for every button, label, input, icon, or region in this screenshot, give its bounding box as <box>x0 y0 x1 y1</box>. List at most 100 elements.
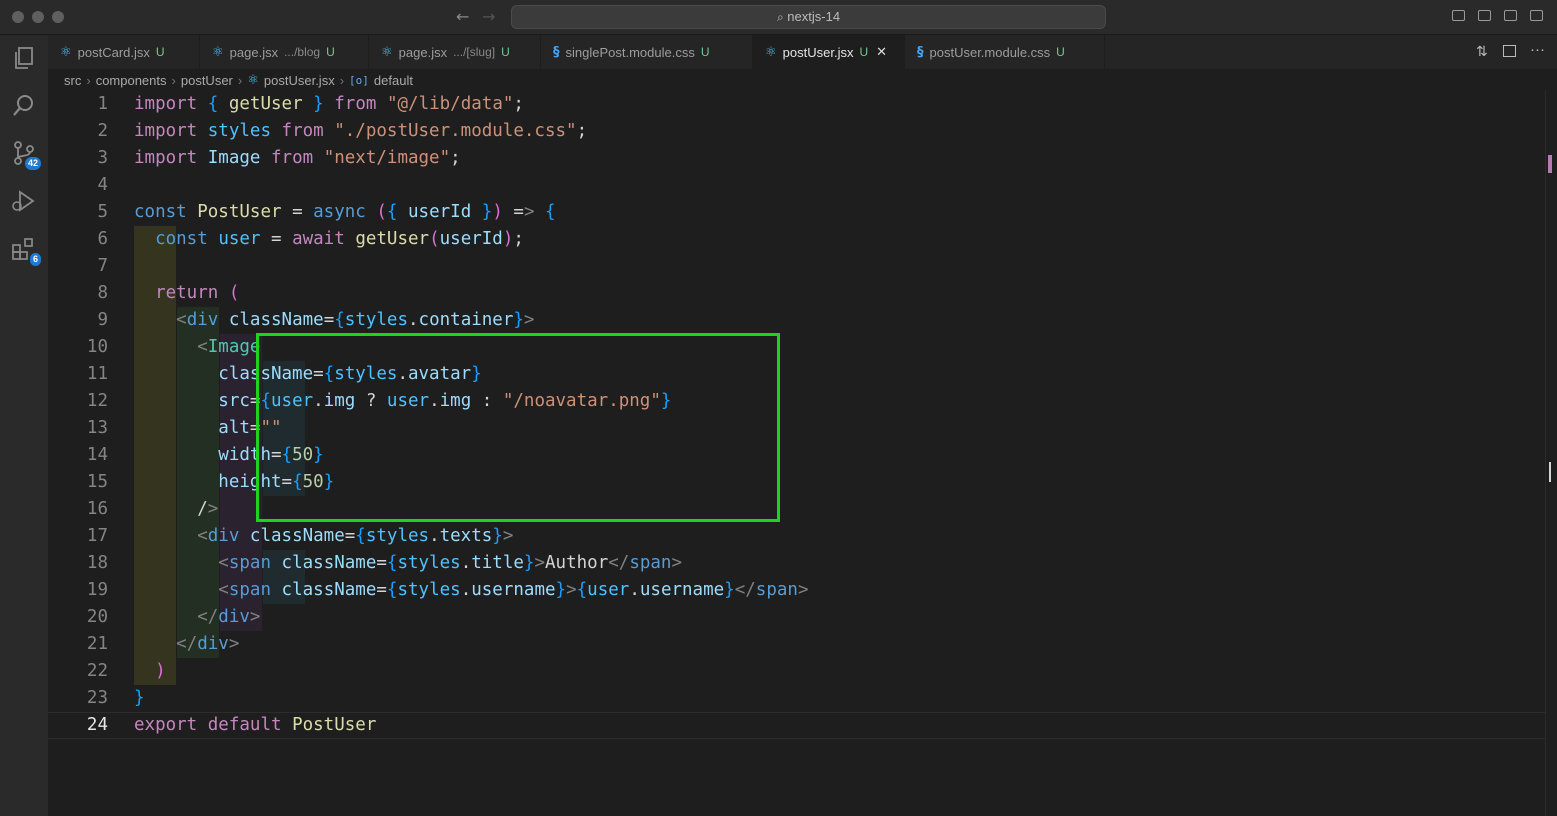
code-line[interactable]: </div> <box>134 631 239 658</box>
line-number: 22 <box>86 661 108 681</box>
line-number: 4 <box>97 175 108 195</box>
tab-page-jsx-blog[interactable]: ⚛ page.jsx .../blog U <box>200 35 369 69</box>
chevron-right-icon: › <box>237 72 243 88</box>
line-number: 13 <box>86 418 108 438</box>
code-line[interactable]: ) <box>134 658 166 685</box>
breadcrumb-item[interactable]: postUser.jsx <box>264 73 335 88</box>
symbol-variable-icon: [o] <box>349 73 369 87</box>
line-number: 11 <box>86 364 108 384</box>
scrollbar-marker <box>1548 155 1552 173</box>
code-line[interactable]: const user = await getUser(userId); <box>134 226 524 253</box>
close-window-button[interactable] <box>12 11 24 23</box>
toggle-secondary-sidebar-icon[interactable] <box>1504 10 1517 21</box>
tab-status: U <box>326 45 335 59</box>
tab-label: postUser.module.css <box>929 44 1051 60</box>
tab-status: U <box>859 45 869 59</box>
split-editor-icon[interactable] <box>1503 45 1516 57</box>
code-line[interactable]: /> <box>134 496 218 523</box>
scrollbar-cursor-marker <box>1549 462 1551 482</box>
source-control-icon[interactable]: 42 <box>11 140 41 170</box>
tab-label: page.jsx <box>398 44 448 60</box>
back-arrow-icon[interactable]: ← <box>456 7 469 26</box>
explorer-icon[interactable] <box>11 45 37 71</box>
annotation-highlight-box <box>256 333 780 522</box>
breadcrumb-item[interactable]: components <box>96 73 167 88</box>
editor-scrollbar[interactable] <box>1545 90 1557 816</box>
code-line[interactable]: <span className={styles.title}>Author</s… <box>134 550 682 577</box>
line-number: 10 <box>86 337 108 357</box>
editor-tab-bar: ⚛ postCard.jsx U ⚛ page.jsx .../blog U ⚛… <box>48 35 1557 69</box>
react-icon: ⚛ <box>60 44 72 59</box>
tab-postcard-jsx[interactable]: ⚛ postCard.jsx U <box>48 35 200 69</box>
tab-status: U <box>155 45 165 59</box>
source-control-badge: 42 <box>24 157 41 170</box>
forward-arrow-icon[interactable]: → <box>482 7 495 26</box>
customize-layout-icon[interactable] <box>1530 10 1543 21</box>
breadcrumb-item[interactable]: src <box>64 73 81 88</box>
code-line[interactable]: export default PostUser <box>134 712 376 739</box>
code-line[interactable]: <span className={styles.username}>{user.… <box>134 577 808 604</box>
minimize-window-button[interactable] <box>32 11 44 23</box>
line-number: 9 <box>97 310 108 330</box>
line-number: 6 <box>97 229 108 249</box>
code-line[interactable]: import Image from "next/image"; <box>134 145 461 172</box>
extensions-badge: 6 <box>29 253 41 266</box>
line-number: 24 <box>86 715 108 735</box>
code-line[interactable]: <div className={styles.container}> <box>134 307 534 334</box>
code-line[interactable]: return ( <box>134 280 239 307</box>
tab-label: postCard.jsx <box>77 44 150 60</box>
code-line[interactable]: <Image <box>134 334 260 361</box>
tab-path: .../[slug] <box>453 45 496 59</box>
code-line[interactable]: const PostUser = async ({ userId }) => { <box>134 199 556 226</box>
react-icon: ⚛ <box>247 72 259 87</box>
more-actions-icon[interactable]: ··· <box>1530 41 1545 58</box>
tab-postuser-jsx[interactable]: ⚛ postUser.jsx U ✕ <box>753 35 905 69</box>
line-number: 16 <box>86 499 108 519</box>
search-icon[interactable] <box>11 92 37 118</box>
line-number: 1 <box>97 94 108 114</box>
line-number: 7 <box>97 256 108 276</box>
tab-status: U <box>501 45 510 59</box>
line-number: 3 <box>97 148 108 168</box>
close-tab-icon[interactable]: ✕ <box>876 45 887 60</box>
code-line[interactable]: import { getUser } from "@/lib/data"; <box>134 91 524 118</box>
tab-label: singlePost.module.css <box>565 44 695 60</box>
tab-singlepost-module-css[interactable]: § singlePost.module.css U <box>541 35 753 69</box>
title-bar: ← → ⌕ nextjs-14 <box>0 0 1557 35</box>
line-number: 14 <box>86 445 108 465</box>
line-number: 20 <box>86 607 108 627</box>
extensions-icon[interactable]: 6 <box>11 236 41 266</box>
chevron-right-icon: › <box>171 72 176 88</box>
open-changes-icon[interactable]: ⇅ <box>1476 44 1488 60</box>
search-icon: ⌕ <box>776 10 784 24</box>
workspace-title: nextjs-14 <box>787 9 841 24</box>
line-number: 18 <box>86 553 108 573</box>
line-number: 21 <box>86 634 108 654</box>
breadcrumb-item[interactable]: postUser <box>181 73 233 88</box>
line-number: 12 <box>86 391 108 411</box>
chevron-right-icon: › <box>86 72 91 88</box>
code-line[interactable]: </div> <box>134 604 260 631</box>
line-number: 23 <box>86 688 108 708</box>
run-debug-icon[interactable] <box>11 188 37 214</box>
activity-bar: 42 6 <box>0 35 48 816</box>
react-icon: ⚛ <box>765 44 777 59</box>
css-file-icon: § <box>553 44 560 60</box>
chevron-right-icon: › <box>339 72 345 88</box>
toggle-primary-sidebar-icon[interactable] <box>1452 10 1465 21</box>
tab-page-jsx-slug[interactable]: ⚛ page.jsx .../[slug] U <box>369 35 541 69</box>
tab-postuser-module-css[interactable]: § postUser.module.css U <box>905 35 1105 69</box>
toggle-panel-icon[interactable] <box>1478 10 1491 21</box>
line-number: 8 <box>97 283 108 303</box>
code-line[interactable]: } <box>134 685 145 712</box>
code-line[interactable]: import styles from "./postUser.module.cs… <box>134 118 587 145</box>
react-icon: ⚛ <box>381 44 393 59</box>
breadcrumb-item[interactable]: default <box>374 73 413 88</box>
maximize-window-button[interactable] <box>52 11 64 23</box>
line-number: 2 <box>97 121 108 141</box>
code-line[interactable]: <div className={styles.texts}> <box>134 523 513 550</box>
line-number: 15 <box>86 472 108 492</box>
line-number: 17 <box>86 526 108 546</box>
command-center-search[interactable]: ⌕ nextjs-14 <box>511 5 1106 29</box>
tab-label: postUser.jsx <box>782 44 854 60</box>
